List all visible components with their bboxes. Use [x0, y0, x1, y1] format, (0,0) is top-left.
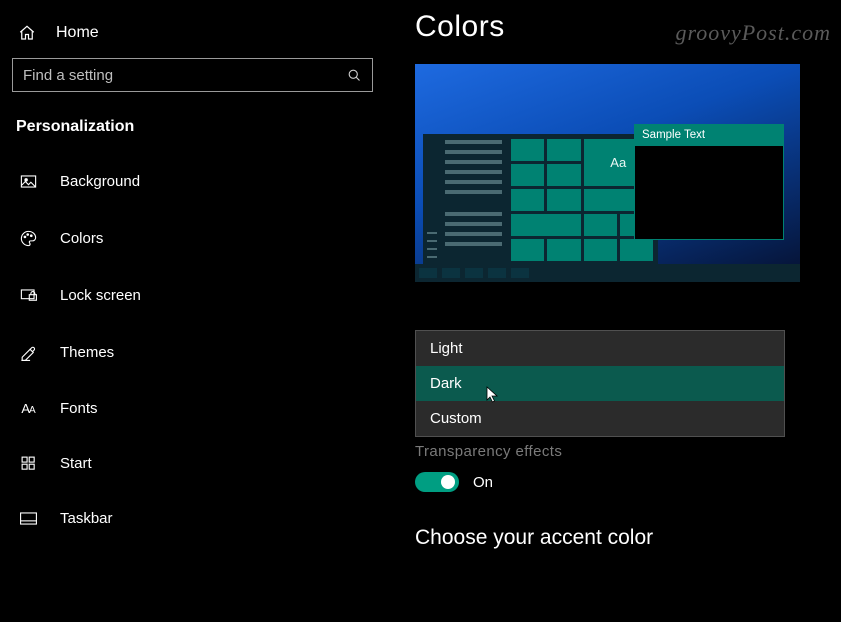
transparency-toggle[interactable]: [415, 472, 459, 492]
sidebar: Home Personalization Background Colors: [0, 0, 385, 622]
mode-option-dark[interactable]: Dark: [416, 366, 784, 401]
transparency-toggle-row: On: [415, 472, 819, 492]
sidebar-item-themes[interactable]: Themes: [12, 331, 373, 374]
sidebar-item-lockscreen[interactable]: Lock screen: [12, 274, 373, 317]
color-preview: Aa Sample Text: [415, 64, 800, 282]
picture-icon: [18, 172, 38, 191]
preview-sample-window: Sample Text: [634, 124, 784, 240]
nav-label: Lock screen: [60, 287, 141, 304]
preview-taskbar: [415, 264, 800, 282]
search-icon: [347, 68, 362, 83]
watermark: groovyPost.com: [675, 20, 831, 46]
palette-icon: [18, 229, 38, 248]
sidebar-item-colors[interactable]: Colors: [12, 217, 373, 260]
search-box[interactable]: [12, 58, 373, 92]
home-nav[interactable]: Home: [12, 18, 373, 58]
fonts-icon: AA: [18, 401, 38, 416]
accent-color-heading: Choose your accent color: [415, 526, 819, 550]
nav-label: Colors: [60, 230, 103, 247]
mode-option-custom[interactable]: Custom: [416, 401, 784, 436]
lockscreen-icon: [18, 286, 38, 305]
nav-label: Taskbar: [60, 510, 113, 527]
sidebar-item-start[interactable]: Start: [12, 443, 373, 484]
settings-window: Home Personalization Background Colors: [0, 0, 841, 622]
nav-label: Fonts: [60, 400, 98, 417]
home-icon: [18, 24, 36, 42]
nav-label: Start: [60, 455, 92, 472]
preview-start-panel: Aa: [423, 134, 658, 264]
main-content: groovyPost.com Colors Aa Sample Text: [385, 0, 841, 622]
nav-label: Themes: [60, 344, 114, 361]
sidebar-item-taskbar[interactable]: Taskbar: [12, 498, 373, 539]
section-title: Personalization: [12, 114, 373, 160]
sidebar-item-fonts[interactable]: AA Fonts: [12, 388, 373, 429]
preview-sample-titlebar: Sample Text: [634, 124, 784, 146]
themes-icon: [18, 343, 38, 362]
mode-option-light[interactable]: Light: [416, 331, 784, 366]
nav-label: Background: [60, 173, 140, 190]
sidebar-item-background[interactable]: Background: [12, 160, 373, 203]
toggle-state-label: On: [473, 474, 493, 491]
start-icon: [18, 455, 38, 472]
home-label: Home: [56, 24, 99, 42]
transparency-label: Transparency effects: [415, 443, 819, 460]
taskbar-icon: [18, 511, 38, 526]
search-input[interactable]: [23, 67, 328, 84]
mode-option-dark-label: Dark: [430, 375, 462, 392]
color-mode-dropdown[interactable]: Light Dark Custom: [415, 330, 785, 437]
